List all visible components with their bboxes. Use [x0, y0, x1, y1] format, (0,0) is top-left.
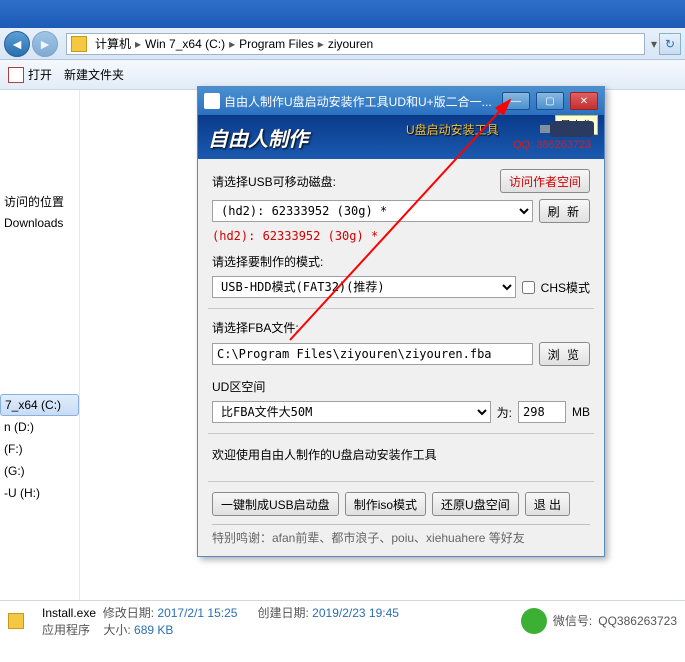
dialog-titlebar[interactable]: 自由人制作U盘启动安装作工具UD和U+版二合一... — ▢ ✕ [198, 87, 604, 115]
wechat-icon [521, 608, 547, 634]
dialog-title: 自由人制作U盘启动安装作工具UD和U+版二合一... [224, 93, 496, 110]
navigation-pane: 访问的位置 Downloads 7_x64 (C:) n (D:) (F:) (… [0, 90, 80, 600]
usb-select[interactable]: (hd2): 62333952 (30g) * [212, 200, 533, 222]
separator [208, 433, 594, 434]
wechat-info: 微信号: QQ386263723 [521, 608, 677, 634]
usb-icon [550, 121, 594, 137]
separator [208, 481, 594, 482]
nav-item[interactable]: n (D:) [0, 416, 79, 438]
mode-select[interactable]: USB-HDD模式(FAT32)(推荐) [212, 276, 516, 298]
status-create-label: 创建日期: [257, 606, 308, 620]
visit-author-button[interactable]: 访问作者空间 [500, 169, 590, 193]
banner-title: 自由人制作 [208, 123, 308, 152]
explorer-titlebar [0, 0, 685, 28]
wechat-id: QQ386263723 [598, 614, 677, 628]
app-icon [204, 93, 220, 109]
dialog-body: 请选择USB可移动磁盘: 访问作者空间 (hd2): 62333952 (30g… [198, 159, 604, 556]
maximize-button[interactable]: ▢ [536, 92, 564, 110]
new-folder-button[interactable]: 新建文件夹 [64, 66, 124, 83]
make-iso-button[interactable]: 制作iso模式 [345, 492, 426, 516]
chevron-down-icon[interactable]: ▾ [651, 37, 657, 51]
status-create-date: 2019/2/23 19:45 [312, 606, 399, 620]
nav-item[interactable]: (G:) [0, 460, 79, 482]
nav-item[interactable]: Downloads [0, 212, 79, 234]
status-bar: Install.exe 修改日期: 2017/2/1 15:25 创建日期: 2… [0, 600, 685, 640]
separator [208, 308, 594, 309]
nav-item-selected[interactable]: 7_x64 (C:) [0, 394, 79, 416]
credits: 特别鸣谢：afan前辈、都市浪子、poiu、xiehuahere 等好友 [212, 524, 590, 546]
nav-back-button[interactable]: ◄ [4, 31, 30, 57]
status-type: 应用程序 [42, 623, 90, 637]
exit-button[interactable]: 退 出 [525, 492, 570, 516]
refresh-button[interactable]: 刷 新 [539, 199, 590, 223]
chs-label: CHS模式 [541, 279, 590, 296]
usb-label: 请选择USB可移动磁盘: [212, 173, 336, 190]
breadcrumb-seg[interactable]: Program Files [235, 37, 318, 51]
app-dialog: 自由人制作U盘启动安装作工具UD和U+版二合一... — ▢ ✕ 自由人制作 U… [197, 86, 605, 557]
new-folder-label: 新建文件夹 [64, 66, 124, 83]
banner-qq: QQ: 386263723 [513, 139, 591, 151]
fba-path-input[interactable] [212, 343, 533, 365]
restore-usb-button[interactable]: 还原U盘空间 [432, 492, 519, 516]
breadcrumb[interactable]: 计算机▸ Win 7_x64 (C:)▸ Program Files▸ ziyo… [66, 33, 645, 55]
dialog-banner: 自由人制作 U盘启动安装工具 QQ: 386263723 最小化 [198, 115, 604, 159]
breadcrumb-seg[interactable]: 计算机 [91, 35, 135, 52]
nav-forward-button[interactable]: ► [32, 31, 58, 57]
nav-item[interactable]: -U (H:) [0, 482, 79, 504]
open-icon [8, 67, 24, 83]
nav-item[interactable]: (F:) [0, 438, 79, 460]
file-icon [8, 613, 24, 629]
welcome-text: 欢迎使用自由人制作的U盘启动安装作工具 [212, 446, 590, 463]
status-filename: Install.exe [42, 606, 96, 620]
close-button[interactable]: ✕ [570, 92, 598, 110]
chs-checkbox[interactable] [522, 281, 535, 294]
ud-label: UD区空间 [212, 378, 265, 395]
status-size: 689 KB [134, 623, 173, 637]
folder-icon [71, 36, 87, 52]
open-label: 打开 [28, 66, 52, 83]
status-size-label: 大小: [103, 623, 130, 637]
status-mod-label: 修改日期: [103, 606, 154, 620]
ud-size-input[interactable] [518, 401, 566, 423]
banner-subtitle: U盘启动安装工具 [406, 121, 499, 138]
breadcrumb-seg[interactable]: Win 7_x64 (C:) [141, 37, 229, 51]
address-bar: ◄ ► 计算机▸ Win 7_x64 (C:)▸ Program Files▸ … [0, 28, 685, 60]
refresh-icon[interactable]: ↻ [659, 33, 681, 55]
nav-item[interactable]: 访问的位置 [0, 190, 79, 212]
wechat-label: 微信号: [553, 612, 592, 629]
fba-label: 请选择FBA文件: [212, 319, 299, 336]
for-label: 为: [497, 404, 512, 421]
breadcrumb-seg[interactable]: ziyouren [324, 37, 377, 51]
usb-hint: (hd2): 62333952 (30g) * [212, 229, 590, 243]
mode-label: 请选择要制作的模式: [212, 253, 323, 270]
action-row: 一键制成USB启动盘 制作iso模式 还原U盘空间 退 出 [212, 492, 590, 516]
minimize-button[interactable]: — [502, 92, 530, 110]
open-button[interactable]: 打开 [8, 66, 52, 83]
ud-select[interactable]: 比FBA文件大50M [212, 401, 491, 423]
make-usb-button[interactable]: 一键制成USB启动盘 [212, 492, 339, 516]
browse-button[interactable]: 浏 览 [539, 342, 590, 366]
status-mod-date: 2017/2/1 15:25 [157, 606, 237, 620]
mb-label: MB [572, 405, 590, 419]
